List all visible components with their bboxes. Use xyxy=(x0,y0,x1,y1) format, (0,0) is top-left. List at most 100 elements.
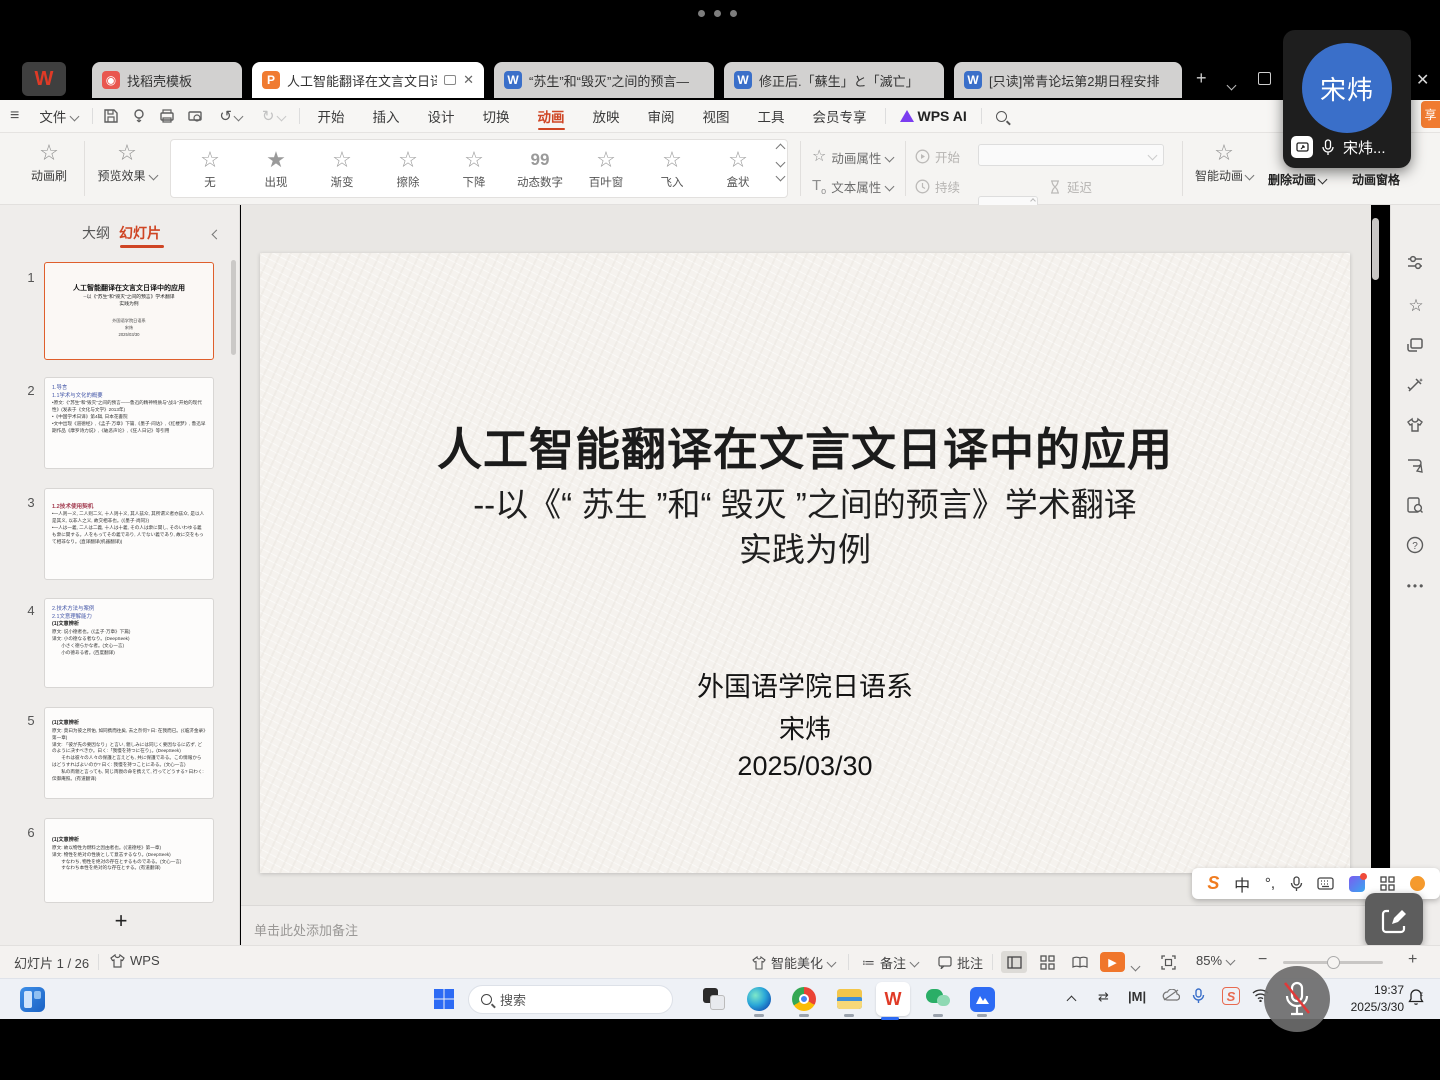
restore-window-icon[interactable] xyxy=(1258,72,1271,85)
new-tab-button[interactable]: + xyxy=(1196,68,1207,89)
slide-thumbnail-6[interactable]: (1)文意辨析 原文: 故以物性为燃料之因由者也。(《道德经》第一章) 译文: … xyxy=(44,818,214,903)
tab-docer-templates[interactable]: ◉ 找稻壳模板 xyxy=(92,62,242,98)
search-icon[interactable] xyxy=(986,100,1017,132)
menu-animation[interactable]: 动画 xyxy=(524,100,579,132)
undo-button[interactable]: ↺ xyxy=(209,100,252,132)
meeting-controls-dots-icon[interactable] xyxy=(698,10,737,17)
slide-sorter-view-button[interactable] xyxy=(1034,951,1060,973)
text-properties-dropdown[interactable]: To 文本属性 xyxy=(812,177,893,196)
share-button[interactable]: 享 xyxy=(1421,101,1440,128)
chinese-mode-icon[interactable]: 中 xyxy=(1234,872,1250,896)
widgets-icon[interactable] xyxy=(18,985,46,1013)
slide-thumbnail-1[interactable]: 人工智能翻译在文言文日译中的应用 --以《“苏生”和“毁灭”之间的预言》学术翻译… xyxy=(44,262,214,360)
transition-icon[interactable] xyxy=(1405,335,1427,357)
clock[interactable]: 19:37 2025/3/30 xyxy=(1338,982,1404,1017)
punctuation-icon[interactable]: °, xyxy=(1265,875,1275,892)
canvas-scrollbar[interactable] xyxy=(1372,218,1379,280)
outline-tab[interactable]: 大纲 xyxy=(82,223,110,243)
slide-title[interactable]: 人工智能翻译在文言文日译中的应用 xyxy=(260,413,1350,478)
effect-dynamic-number[interactable]: 99动态数字 xyxy=(507,148,573,190)
menu-slideshow[interactable]: 放映 xyxy=(579,100,634,132)
tab-doc-revised[interactable]: W 修正后.「蘇生」と「滅亡」の予言- xyxy=(724,62,944,98)
effect-fly-in[interactable]: ☆飞入 xyxy=(639,148,705,190)
save-icon[interactable] xyxy=(97,108,125,124)
toolbox-grid-icon[interactable] xyxy=(1380,876,1395,891)
wechat-icon[interactable] xyxy=(924,985,952,1013)
find-replace-icon[interactable] xyxy=(1405,495,1427,517)
ink-signature-icon[interactable] xyxy=(1405,455,1427,477)
notes-panel[interactable]: 单击此处添加备注 xyxy=(241,905,1371,945)
tab-doc-forum[interactable]: W [只读]常青论坛第2期日程安排-202 xyxy=(954,62,1182,98)
slides-tab[interactable]: 幻灯片 xyxy=(119,223,161,243)
effect-blinds[interactable]: ☆百叶窗 xyxy=(573,148,639,190)
menu-transitions[interactable]: 切换 xyxy=(469,100,524,132)
current-slide[interactable]: 人工智能翻译在文言文日译中的应用 --以《“ 苏生 ”和“ 毁灭 ”之间的预言》… xyxy=(260,253,1350,873)
emoji-icon[interactable] xyxy=(1410,876,1425,891)
effect-appear[interactable]: ★出现 xyxy=(243,148,309,190)
add-slide-button[interactable]: + xyxy=(106,908,136,936)
effect-box[interactable]: ☆盒状 xyxy=(705,148,771,190)
animation-painter-button[interactable]: ☆ 动画刷 xyxy=(20,143,78,184)
export-icon[interactable] xyxy=(125,108,153,124)
file-explorer-icon[interactable] xyxy=(835,985,863,1013)
effect-none[interactable]: ☆无 xyxy=(177,148,243,190)
slideshow-play-button[interactable]: ▶ xyxy=(1100,952,1125,972)
menu-member[interactable]: 会员专享 xyxy=(799,100,881,132)
menu-insert[interactable]: 插入 xyxy=(359,100,414,132)
print-icon[interactable] xyxy=(153,108,181,124)
onedrive-icon[interactable] xyxy=(1162,989,1180,1001)
slide-thumbnail-5[interactable]: (1)文意辨析 原文: 莫曰为彼之所佑, 如同携而往矣, 去之奈何? 曰: 在我… xyxy=(44,707,214,799)
slide-thumbnail-4[interactable]: 2.技术方法与案例 2.1文意理解能力 (1)文意辨析 原文: 说小德者也。(《… xyxy=(44,598,214,688)
sogou-tray-icon[interactable]: S xyxy=(1222,987,1240,1005)
taskbar-search[interactable]: 搜索 xyxy=(468,985,673,1014)
screen-annotation-button[interactable] xyxy=(1365,893,1423,948)
animation-pane-icon[interactable]: ☆ xyxy=(1405,295,1427,317)
smart-beautify-icon[interactable] xyxy=(1405,375,1427,397)
close-window-icon[interactable]: ✕ xyxy=(1416,70,1429,90)
print-preview-icon[interactable] xyxy=(181,108,209,124)
edge-icon[interactable] xyxy=(745,985,773,1013)
menu-home[interactable]: 开始 xyxy=(304,100,359,132)
voice-access-icon[interactable] xyxy=(1192,988,1205,1004)
more-tools-icon[interactable]: ••• xyxy=(1405,575,1427,597)
wps-theme-button[interactable]: WPS xyxy=(110,953,160,968)
wps-taskbar-icon[interactable]: W xyxy=(876,982,910,1016)
animation-properties-dropdown[interactable]: ☆ 动画属性 xyxy=(812,147,893,167)
menu-view[interactable]: 视图 xyxy=(689,100,744,132)
hamburger-menu-icon[interactable]: ≡ xyxy=(0,100,29,132)
gallery-scroll-up-icon[interactable] xyxy=(776,144,786,154)
meeting-mute-indicator[interactable] xyxy=(1264,966,1330,1032)
notes-button[interactable]: ≔ 备注 xyxy=(862,953,918,972)
tab-list-dropdown-icon[interactable] xyxy=(1228,76,1235,94)
zoom-level[interactable]: 85% xyxy=(1196,953,1234,968)
tab-doc-prophecy[interactable]: W “苏生”和“毁灭”之间的预言— xyxy=(494,62,714,98)
tab-active-presentation[interactable]: P 人工智能翻译在文言文日译中 ✕ xyxy=(252,62,484,98)
slide-author[interactable]: 宋炜 xyxy=(260,709,1350,746)
wps-ai-button[interactable]: WPS AI xyxy=(890,100,977,132)
effect-descend[interactable]: ☆下降 xyxy=(441,148,507,190)
voice-input-icon[interactable] xyxy=(1290,876,1303,892)
skin-center-icon[interactable] xyxy=(1349,876,1365,892)
slide-subtitle-line1[interactable]: --以《“ 苏生 ”和“ 毁灭 ”之间的预言》学术翻译 xyxy=(260,478,1350,526)
menu-design[interactable]: 设计 xyxy=(414,100,469,132)
slide-date[interactable]: 2025/03/30 xyxy=(260,751,1350,782)
smart-beautify-button[interactable]: 智能美化 xyxy=(752,953,835,972)
zoom-out-button[interactable]: − xyxy=(1258,951,1267,969)
effect-wipe[interactable]: ☆擦除 xyxy=(375,148,441,190)
gallery-expand-icon[interactable] xyxy=(776,172,786,182)
slide-thumbnail-3[interactable]: 1.2技术使用契机 •一人则一义, 二人则二义, 十人则十义, 其人兹众, 其所… xyxy=(44,488,214,580)
tray-expand-icon[interactable] xyxy=(1068,992,1075,1007)
audio-mixer-icon[interactable]: ⇄ xyxy=(1098,989,1109,1005)
meeting-floating-window[interactable]: 宋炜 宋炜... xyxy=(1283,30,1411,168)
start-button[interactable] xyxy=(430,985,458,1013)
zoom-in-button[interactable]: + xyxy=(1408,951,1417,969)
slide-department[interactable]: 外国语学院日语系 xyxy=(260,665,1350,704)
chrome-icon[interactable] xyxy=(790,985,818,1013)
file-menu[interactable]: 文件 xyxy=(29,100,88,132)
fit-window-button[interactable] xyxy=(1155,951,1181,973)
thumbnail-scrollbar[interactable] xyxy=(231,260,236,355)
object-properties-icon[interactable] xyxy=(1405,253,1427,275)
soft-keyboard-icon[interactable] xyxy=(1317,877,1334,890)
tab-close-icon[interactable]: ✕ xyxy=(463,72,474,88)
menu-tools[interactable]: 工具 xyxy=(744,100,799,132)
